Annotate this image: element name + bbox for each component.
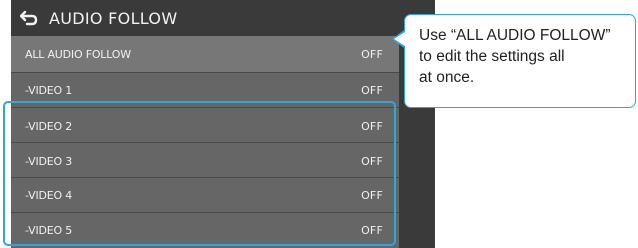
- callout-line-2: to edit the settings all: [419, 48, 565, 65]
- callout-line-3: at once.: [419, 69, 475, 86]
- page-title: AUDIO FOLLOW: [49, 8, 178, 28]
- list-item-all-audio-follow[interactable]: ALL AUDIO FOLLOW OFF: [11, 36, 399, 72]
- callout-line-1: Use “ALL AUDIO FOLLOW”: [419, 27, 611, 44]
- title-bar: AUDIO FOLLOW: [11, 0, 435, 36]
- callout-text: Use “ALL AUDIO FOLLOW” to edit the setti…: [419, 25, 629, 88]
- video-rows-highlight-box: [3, 101, 396, 246]
- return-arrow-icon[interactable]: [19, 8, 39, 28]
- row-label: ALL AUDIO FOLLOW: [25, 47, 131, 61]
- callout-pointer-fill: [394, 31, 405, 46]
- row-value: OFF: [361, 47, 383, 61]
- row-label: -VIDEO 1: [25, 83, 73, 97]
- callout-box: Use “ALL AUDIO FOLLOW” to edit the setti…: [404, 14, 636, 108]
- row-value: OFF: [361, 83, 383, 97]
